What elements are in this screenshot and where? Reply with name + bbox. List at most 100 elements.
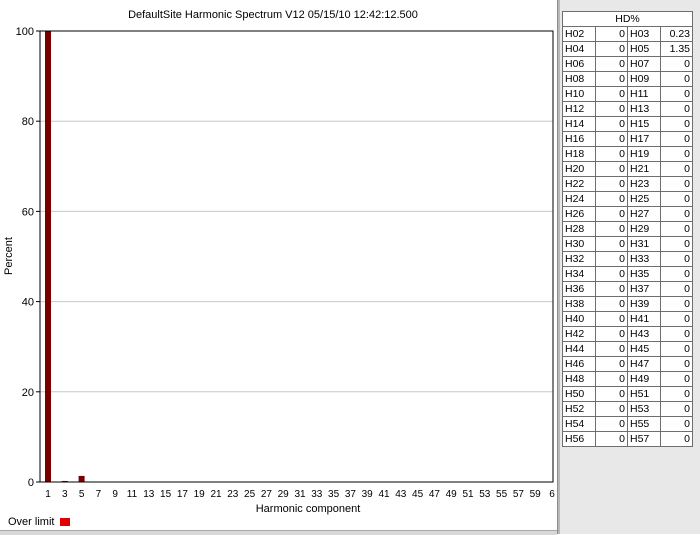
harmonic-label-cell: H21 bbox=[627, 161, 661, 177]
hd-table-row: H24 0 H25 0 bbox=[562, 191, 693, 207]
x-tick-label: 47 bbox=[429, 489, 441, 500]
harmonic-value-cell: 0 bbox=[595, 416, 628, 432]
x-axis-label: Harmonic component bbox=[256, 503, 361, 515]
harmonic-value-cell: 0 bbox=[595, 131, 628, 147]
x-tick-label: 15 bbox=[160, 489, 172, 500]
x-tick-label: 33 bbox=[311, 489, 323, 500]
y-tick-label: 100 bbox=[16, 26, 34, 38]
hd-table-row: H22 0 H23 0 bbox=[562, 176, 693, 192]
harmonic-value-cell: 0 bbox=[660, 146, 693, 162]
harmonic-label-cell: H52 bbox=[562, 401, 596, 417]
y-tick-label: 60 bbox=[22, 206, 34, 218]
y-axis-label: Percent bbox=[3, 237, 15, 275]
harmonic-value-cell: 0 bbox=[595, 56, 628, 72]
x-tick-label: 57 bbox=[513, 489, 525, 500]
harmonic-label-cell: H14 bbox=[562, 116, 596, 132]
harmonic-value-cell: 0 bbox=[595, 116, 628, 132]
harmonic-value-cell: 0 bbox=[660, 161, 693, 177]
grid-lines bbox=[40, 120, 553, 393]
harmonic-label-cell: H53 bbox=[627, 401, 661, 417]
hd-table-row: H52 0 H53 0 bbox=[562, 401, 693, 417]
harmonic-value-cell: 0 bbox=[660, 206, 693, 222]
harmonic-value-cell: 0 bbox=[595, 161, 628, 177]
harmonic-value-cell: 0 bbox=[595, 281, 628, 297]
harmonic-label-cell: H50 bbox=[562, 386, 596, 402]
harmonic-label-cell: H23 bbox=[627, 176, 661, 192]
hd-table-row: H06 0 H07 0 bbox=[562, 56, 693, 72]
harmonic-label-cell: H16 bbox=[562, 131, 596, 147]
harmonic-label-cell: H20 bbox=[562, 161, 596, 177]
legend-label: Over limit bbox=[8, 516, 55, 528]
harmonic-value-cell: 0 bbox=[595, 86, 628, 102]
hd-table-row: H46 0 H47 0 bbox=[562, 356, 693, 372]
hd-percent-table: HD% H02 0 H03 0.23 H04 0 H05 1.35 H06 0 H07 0 H08 0 H0… bbox=[562, 11, 693, 447]
harmonic-value-cell: 0 bbox=[595, 296, 628, 312]
chart-panel: DefaultSite Harmonic Spectrum V12 05/15/… bbox=[0, 0, 557, 535]
harmonic-label-cell: H05 bbox=[627, 41, 661, 57]
harmonic-label-cell: H12 bbox=[562, 101, 596, 117]
harmonic-label-cell: H51 bbox=[627, 386, 661, 402]
harmonic-label-cell: H42 bbox=[562, 326, 596, 342]
x-tick-label: 53 bbox=[479, 489, 491, 500]
x-tick-label: 17 bbox=[177, 489, 189, 500]
hd-table-row: H14 0 H15 0 bbox=[562, 116, 693, 132]
hd-table-row: H26 0 H27 0 bbox=[562, 206, 693, 222]
bar-harmonic-5 bbox=[78, 475, 85, 482]
harmonic-value-cell: 0 bbox=[595, 41, 628, 57]
x-tick-label: 9 bbox=[112, 489, 118, 500]
x-tick-label: 25 bbox=[244, 489, 256, 500]
harmonic-value-cell: 1.35 bbox=[660, 41, 693, 57]
harmonic-value-cell: 0 bbox=[595, 251, 628, 267]
bar-harmonic-1 bbox=[45, 31, 51, 482]
x-tick-label: 29 bbox=[278, 489, 290, 500]
harmonic-label-cell: H24 bbox=[562, 191, 596, 207]
x-tick-label: 45 bbox=[412, 489, 424, 500]
harmonic-value-cell: 0 bbox=[595, 326, 628, 342]
harmonic-label-cell: H07 bbox=[627, 56, 661, 72]
x-tick-label: 21 bbox=[210, 489, 222, 500]
harmonic-value-cell: 0 bbox=[595, 191, 628, 207]
hd-table-row: H36 0 H37 0 bbox=[562, 281, 693, 297]
x-tick-label: 7 bbox=[96, 489, 102, 500]
x-tick-label: 5 bbox=[79, 489, 85, 500]
bars bbox=[45, 31, 85, 482]
y-tick-label: 0 bbox=[28, 477, 34, 489]
harmonic-label-cell: H02 bbox=[562, 26, 596, 42]
harmonic-value-cell: 0 bbox=[660, 71, 693, 87]
harmonic-label-cell: H30 bbox=[562, 236, 596, 252]
harmonic-label-cell: H10 bbox=[562, 86, 596, 102]
hd-table-row: H02 0 H03 0.23 bbox=[562, 26, 693, 42]
harmonic-label-cell: H28 bbox=[562, 221, 596, 237]
hd-table-row: H04 0 H05 1.35 bbox=[562, 41, 693, 57]
harmonic-label-cell: H34 bbox=[562, 266, 596, 282]
harmonic-label-cell: H41 bbox=[627, 311, 661, 327]
hd-table-row: H12 0 H13 0 bbox=[562, 101, 693, 117]
harmonic-value-cell: 0 bbox=[660, 356, 693, 372]
harmonic-value-cell: 0 bbox=[660, 281, 693, 297]
harmonic-label-cell: H32 bbox=[562, 251, 596, 267]
hd-table-row: H54 0 H55 0 bbox=[562, 416, 693, 432]
legend-swatch-over-limit bbox=[60, 518, 71, 526]
harmonic-value-cell: 0 bbox=[660, 176, 693, 192]
harmonic-value-cell: 0 bbox=[660, 371, 693, 387]
hd-table-row: H48 0 H49 0 bbox=[562, 371, 693, 387]
hd-table-row: H50 0 H51 0 bbox=[562, 386, 693, 402]
harmonic-label-cell: H49 bbox=[627, 371, 661, 387]
y-tick-label: 80 bbox=[22, 116, 34, 128]
harmonic-label-cell: H43 bbox=[627, 326, 661, 342]
harmonic-value-cell: 0 bbox=[595, 221, 628, 237]
x-tick-label: 13 bbox=[143, 489, 155, 500]
hd-table-row: H42 0 H43 0 bbox=[562, 326, 693, 342]
horizontal-scrollbar[interactable] bbox=[0, 530, 557, 535]
harmonic-label-cell: H25 bbox=[627, 191, 661, 207]
x-tick-label: 1 bbox=[45, 489, 51, 500]
hd-table-row: H18 0 H19 0 bbox=[562, 146, 693, 162]
harmonic-value-cell: 0 bbox=[660, 236, 693, 252]
harmonic-value-cell: 0 bbox=[595, 146, 628, 162]
harmonic-label-cell: H19 bbox=[627, 146, 661, 162]
harmonic-value-cell: 0 bbox=[595, 206, 628, 222]
harmonic-label-cell: H04 bbox=[562, 41, 596, 57]
harmonic-value-cell: 0 bbox=[660, 221, 693, 237]
harmonic-label-cell: H18 bbox=[562, 146, 596, 162]
x-tick-label: 6 bbox=[549, 489, 555, 500]
